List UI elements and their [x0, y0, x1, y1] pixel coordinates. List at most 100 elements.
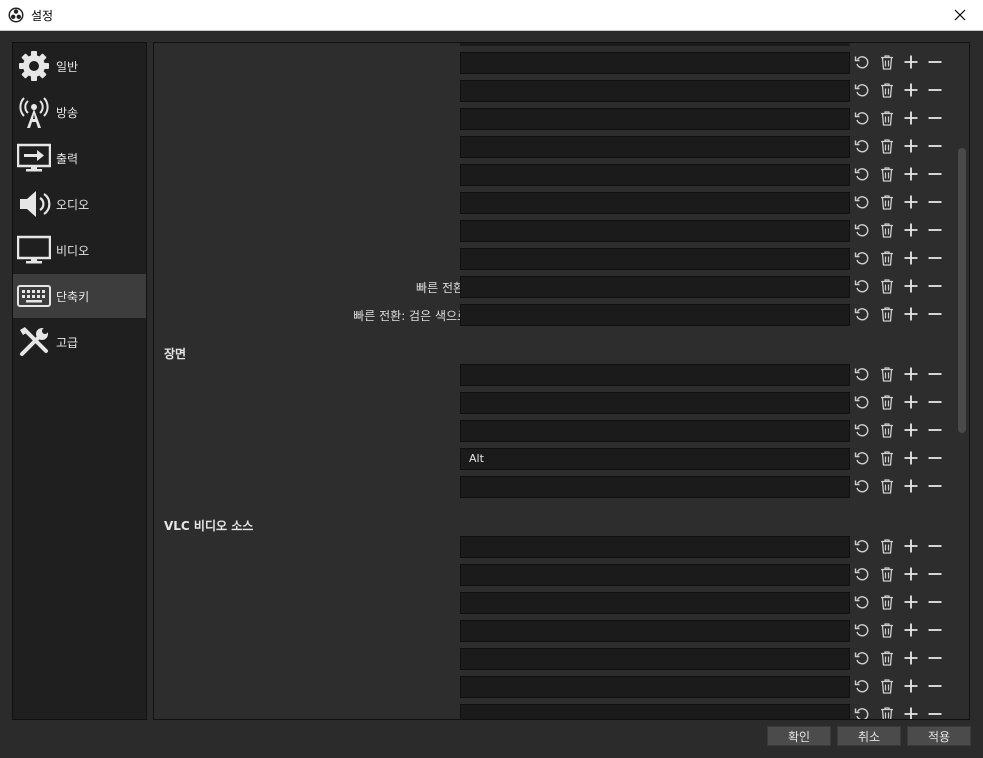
revert-button[interactable]: [853, 538, 871, 556]
clear-button[interactable]: [878, 538, 896, 556]
remove-hotkey-button[interactable]: [926, 110, 944, 128]
clear-button[interactable]: [878, 706, 896, 719]
revert-button[interactable]: [853, 450, 871, 468]
hotkey-input[interactable]: [460, 52, 850, 74]
hotkey-input[interactable]: [460, 276, 850, 298]
clear-button[interactable]: [878, 394, 896, 412]
sidebar-item-stream[interactable]: 방송: [13, 90, 146, 134]
hotkey-input[interactable]: [460, 304, 850, 326]
clear-button[interactable]: [878, 478, 896, 496]
remove-hotkey-button[interactable]: [926, 706, 944, 719]
revert-button[interactable]: [853, 82, 871, 100]
add-hotkey-button[interactable]: [902, 394, 920, 412]
revert-button[interactable]: [853, 678, 871, 696]
clear-button[interactable]: [878, 278, 896, 296]
remove-hotkey-button[interactable]: [926, 394, 944, 412]
revert-button[interactable]: [853, 622, 871, 640]
revert-button[interactable]: [853, 566, 871, 584]
add-hotkey-button[interactable]: [902, 566, 920, 584]
clear-button[interactable]: [878, 222, 896, 240]
clear-button[interactable]: [878, 166, 896, 184]
remove-hotkey-button[interactable]: [926, 566, 944, 584]
add-hotkey-button[interactable]: [902, 138, 920, 156]
revert-button[interactable]: [853, 138, 871, 156]
remove-hotkey-button[interactable]: [926, 450, 944, 468]
revert-button[interactable]: [853, 54, 871, 72]
revert-button[interactable]: [853, 478, 871, 496]
remove-hotkey-button[interactable]: [926, 250, 944, 268]
clear-button[interactable]: [878, 54, 896, 72]
scrollbar-thumb[interactable]: [958, 148, 966, 433]
remove-hotkey-button[interactable]: [926, 306, 944, 324]
clear-button[interactable]: [878, 250, 896, 268]
remove-hotkey-button[interactable]: [926, 594, 944, 612]
revert-button[interactable]: [853, 110, 871, 128]
hotkey-input[interactable]: [460, 420, 850, 442]
clear-button[interactable]: [878, 622, 896, 640]
sidebar-item-audio[interactable]: 오디오: [13, 182, 146, 226]
add-hotkey-button[interactable]: [902, 594, 920, 612]
remove-hotkey-button[interactable]: [926, 194, 944, 212]
add-hotkey-button[interactable]: [902, 54, 920, 72]
clear-button[interactable]: [878, 678, 896, 696]
add-hotkey-button[interactable]: [902, 222, 920, 240]
add-hotkey-button[interactable]: [902, 678, 920, 696]
hotkey-input[interactable]: [460, 620, 850, 642]
remove-hotkey-button[interactable]: [926, 622, 944, 640]
clear-button[interactable]: [878, 566, 896, 584]
revert-button[interactable]: [853, 306, 871, 324]
sidebar-item-output[interactable]: 출력: [13, 136, 146, 180]
remove-hotkey-button[interactable]: [926, 422, 944, 440]
add-hotkey-button[interactable]: [902, 450, 920, 468]
hotkey-input[interactable]: [460, 564, 850, 586]
clear-button[interactable]: [878, 138, 896, 156]
add-hotkey-button[interactable]: [902, 166, 920, 184]
hotkey-input[interactable]: [460, 136, 850, 158]
remove-hotkey-button[interactable]: [926, 650, 944, 668]
clear-button[interactable]: [878, 366, 896, 384]
revert-button[interactable]: [853, 594, 871, 612]
add-hotkey-button[interactable]: [902, 622, 920, 640]
remove-hotkey-button[interactable]: [926, 222, 944, 240]
add-hotkey-button[interactable]: [902, 306, 920, 324]
hotkey-input[interactable]: [460, 220, 850, 242]
scrollbar[interactable]: [956, 43, 968, 719]
sidebar-item-hotkeys[interactable]: 단축키: [13, 274, 146, 318]
remove-hotkey-button[interactable]: [926, 478, 944, 496]
add-hotkey-button[interactable]: [902, 366, 920, 384]
remove-hotkey-button[interactable]: [926, 54, 944, 72]
clear-button[interactable]: [878, 306, 896, 324]
add-hotkey-button[interactable]: [902, 538, 920, 556]
remove-hotkey-button[interactable]: [926, 278, 944, 296]
hotkey-input[interactable]: [460, 536, 850, 558]
sidebar-item-video[interactable]: 비디오: [13, 228, 146, 272]
add-hotkey-button[interactable]: [902, 706, 920, 719]
revert-button[interactable]: [853, 278, 871, 296]
revert-button[interactable]: [853, 222, 871, 240]
remove-hotkey-button[interactable]: [926, 538, 944, 556]
hotkey-input[interactable]: [460, 704, 850, 719]
remove-hotkey-button[interactable]: [926, 166, 944, 184]
clear-button[interactable]: [878, 450, 896, 468]
hotkey-input[interactable]: [460, 192, 850, 214]
remove-hotkey-button[interactable]: [926, 366, 944, 384]
hotkey-input[interactable]: [460, 80, 850, 102]
add-hotkey-button[interactable]: [902, 422, 920, 440]
clear-button[interactable]: [878, 650, 896, 668]
add-hotkey-button[interactable]: [902, 82, 920, 100]
add-hotkey-button[interactable]: [902, 278, 920, 296]
add-hotkey-button[interactable]: [902, 194, 920, 212]
hotkey-input[interactable]: [460, 364, 850, 386]
revert-button[interactable]: [853, 394, 871, 412]
remove-hotkey-button[interactable]: [926, 678, 944, 696]
clear-button[interactable]: [878, 110, 896, 128]
revert-button[interactable]: [853, 706, 871, 719]
cancel-button[interactable]: 취소: [837, 726, 901, 746]
hotkey-input[interactable]: [460, 164, 850, 186]
revert-button[interactable]: [853, 250, 871, 268]
revert-button[interactable]: [853, 366, 871, 384]
revert-button[interactable]: [853, 194, 871, 212]
revert-button[interactable]: [853, 650, 871, 668]
sidebar-item-general[interactable]: 일반: [13, 44, 146, 88]
clear-button[interactable]: [878, 594, 896, 612]
